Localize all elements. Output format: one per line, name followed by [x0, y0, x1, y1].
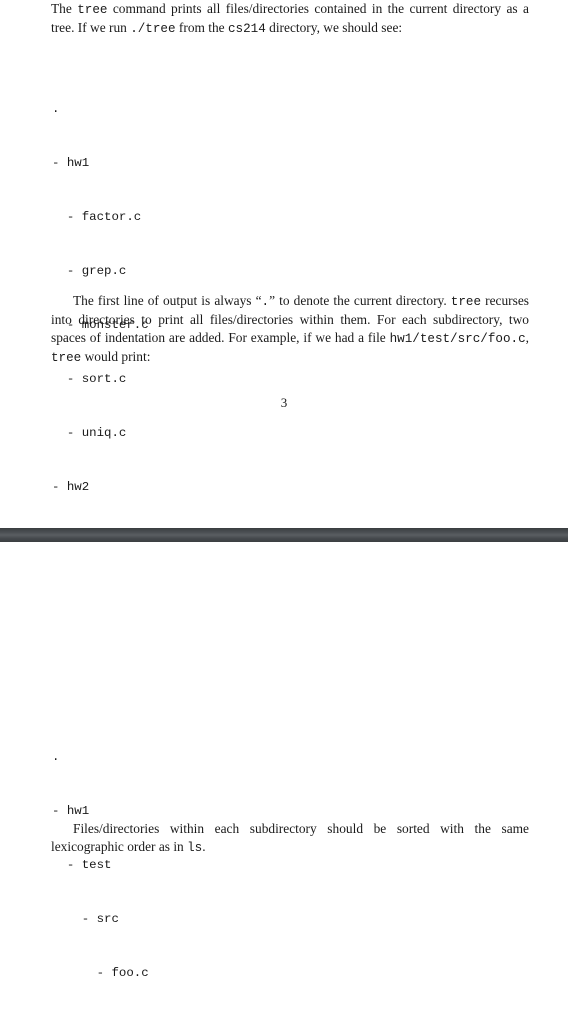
explanation-paragraph: The first line of output is always “.” t… [51, 292, 529, 367]
text: ” to denote the current directory. [269, 293, 451, 308]
tree-line: - grep.c [52, 264, 127, 278]
code-run-tree: ./tree [130, 22, 176, 36]
code-ls: ls [187, 841, 203, 855]
tree-output-nested-example: . - hw1 - test - src - foo.c [52, 712, 149, 1018]
text: directory, we should see: [265, 20, 403, 35]
text: , [525, 330, 529, 345]
document-page-3: The tree command prints all files/direct… [0, 0, 568, 710]
code-tree: tree [77, 3, 108, 17]
code-dot: . [261, 295, 270, 309]
tree-line: - hw2 [52, 480, 90, 494]
text: The first line of output is always “ [73, 293, 262, 308]
tree-line: . [52, 102, 60, 116]
code-cs214: cs214 [227, 22, 266, 36]
code-tree: tree [450, 295, 482, 309]
page-number: 3 [280, 395, 288, 410]
tree-line: - factor.c [52, 210, 142, 224]
page-separator [0, 528, 568, 542]
sorting-paragraph: Files/directories within each subdirecto… [51, 820, 529, 857]
code-tree: tree [51, 351, 82, 365]
tree-line: - uniq.c [52, 426, 127, 440]
tree-line: - test [52, 858, 112, 872]
tree-line: - hw1 [52, 804, 90, 818]
text: . [202, 839, 206, 854]
tree-line: - foo.c [52, 966, 149, 980]
code-path: hw1/test/src/foo.c [389, 332, 526, 346]
tree-line: . [52, 750, 60, 764]
tree-line: - hw1 [52, 156, 90, 170]
text: from the [175, 20, 228, 35]
text: The [51, 1, 78, 16]
tree-line: - sort.c [52, 372, 127, 386]
tree-line: - src [52, 912, 119, 926]
intro-paragraph: The tree command prints all files/direct… [51, 0, 529, 38]
document-page-4: . - hw1 - test - src - foo.c Files/direc… [0, 542, 568, 980]
text: would print: [81, 349, 151, 364]
text: Files/directories within each subdirecto… [51, 821, 529, 854]
